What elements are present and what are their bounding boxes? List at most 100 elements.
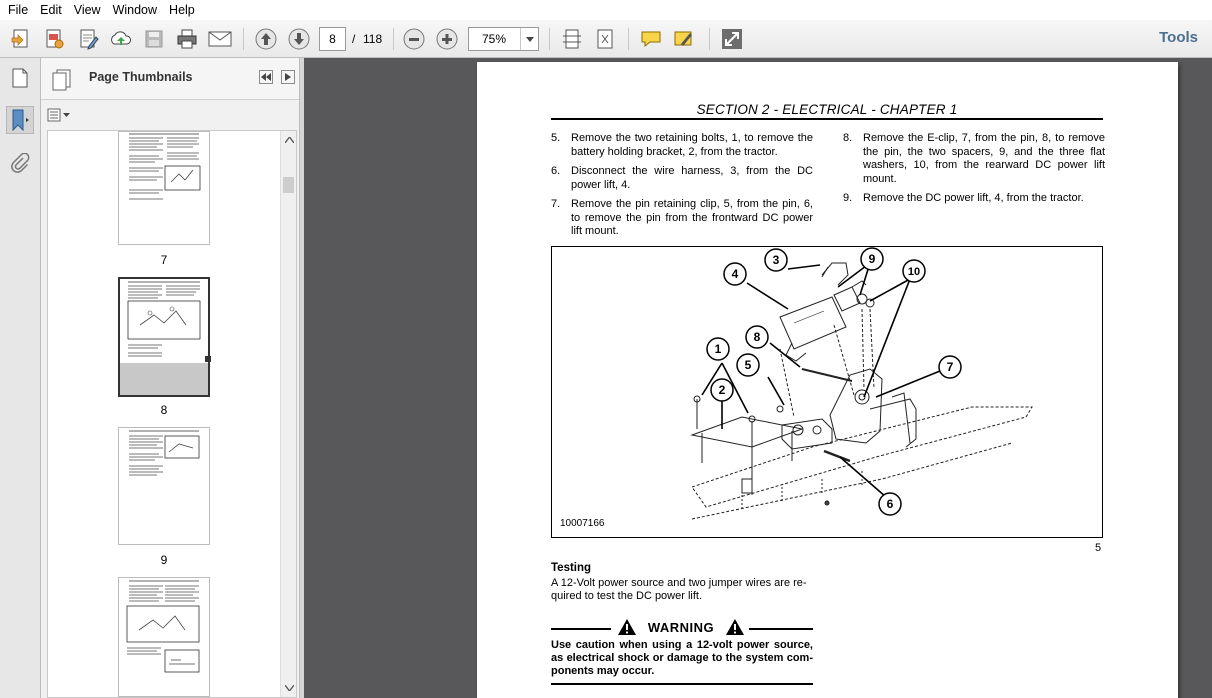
panel-options-bar (41, 100, 299, 130)
panel-title: Page Thumbnails (89, 70, 193, 84)
step-text: Remove the E-clip, 7, from the pin, 8, t… (863, 132, 1105, 185)
create-pdf-icon[interactable] (8, 26, 34, 52)
step-text: Remove the pin retaining clip, 5, from t… (571, 198, 813, 237)
step-text: Remove the two retaining bolts, 1, to re… (571, 132, 813, 158)
tools-button[interactable]: Tools (1159, 29, 1198, 46)
toolbar: 8 / 118 75% Tools (0, 20, 1212, 58)
fit-width-icon[interactable] (559, 26, 585, 52)
save-icon[interactable] (141, 26, 167, 52)
warning-rule (551, 683, 813, 685)
svg-text:6: 6 (887, 497, 894, 511)
svg-text:9: 9 (869, 252, 876, 266)
callout-3: 3 (764, 248, 788, 272)
scroll-down-icon[interactable] (281, 681, 296, 695)
svg-text:8: 8 (754, 330, 761, 344)
thumbnail-page-9[interactable] (118, 427, 210, 545)
menu-file[interactable]: File (2, 0, 34, 20)
section-title: SECTION 2 - ELECTRICAL - CHAPTER 1 (696, 102, 958, 117)
menu-window[interactable]: Window (107, 0, 163, 20)
chevron-down-icon[interactable] (520, 28, 538, 50)
thumbnail-list[interactable]: 7 8 9 (47, 130, 297, 698)
attachments-icon[interactable] (6, 150, 34, 178)
toolbar-separator (243, 28, 244, 50)
zoom-select[interactable]: 75% (468, 27, 539, 51)
warning-rule (551, 628, 611, 630)
figure-id: 10007166 (560, 518, 605, 529)
dc-power-lift-diagram: 1 2 3 4 5 6 7 8 9 10 (690, 247, 1033, 520)
svg-text:2: 2 (719, 383, 726, 397)
testing-body: A 12-Volt power source and two jumper wi… (551, 577, 807, 602)
expand-panel-icon[interactable] (281, 70, 295, 84)
step-number: 9. (843, 192, 853, 204)
toolbar-separator (628, 28, 629, 50)
visible-area-overlay (120, 363, 208, 395)
step-number: 8. (843, 132, 853, 144)
print-icon[interactable] (174, 26, 200, 52)
svg-text:5: 5 (745, 358, 752, 372)
warning-triangle-icon (618, 619, 636, 635)
total-pages: 118 (363, 32, 383, 46)
previous-page-icon[interactable] (253, 26, 279, 52)
edit-document-icon[interactable] (75, 26, 101, 52)
step-item: 6. Disconnect the wire harness, 3, from … (551, 165, 813, 193)
step-number: 5. (551, 132, 561, 144)
expand-icon[interactable] (719, 26, 745, 52)
document-view[interactable]: SECTION 2 - ELECTRICAL - CHAPTER 1 5. Re… (304, 58, 1212, 698)
warning-rule (749, 628, 813, 630)
step-item: 5. Remove the two retaining bolts, 1, to… (551, 132, 813, 160)
callout-10: 10 (902, 259, 926, 283)
exploded-view-figure: 1 2 3 4 5 6 7 8 9 10 10007166 (551, 246, 1103, 538)
step-item: 8. Remove the E-clip, 7, from the pin, 8… (843, 132, 1105, 188)
figure-number: 5 (1095, 542, 1102, 554)
toolbar-separator (393, 28, 394, 50)
page-number-input[interactable]: 8 (319, 27, 346, 51)
thumbnail-page-7[interactable] (118, 131, 210, 245)
pdf-settings-icon[interactable] (41, 26, 67, 52)
menu-edit[interactable]: Edit (34, 0, 68, 20)
warning-triangle-icon (726, 619, 744, 635)
highlight-icon[interactable] (671, 26, 697, 52)
zoom-out-icon[interactable] (401, 26, 427, 52)
page-thumbnails-panel: Page Thumbnails 7 8 9 (41, 58, 300, 698)
step-text: Remove the DC power lift, 4, from the tr… (863, 192, 1084, 204)
bookmarks-icon[interactable] (6, 106, 34, 134)
testing-heading: Testing (551, 562, 592, 574)
warning-title: WARNING (617, 618, 745, 636)
email-icon[interactable] (207, 26, 233, 52)
thumbnail-page-8[interactable] (118, 277, 211, 397)
next-page-icon[interactable] (286, 26, 312, 52)
toolbar-separator (549, 28, 550, 50)
thumbnail-scrollbar[interactable] (280, 131, 296, 697)
callout-5: 5 (736, 353, 760, 377)
menu-view[interactable]: View (68, 0, 107, 20)
warning-word: WARNING (647, 619, 715, 635)
warning-body: Use caution when using a 12-volt power s… (551, 639, 813, 677)
step-number: 7. (551, 198, 561, 210)
pdf-reader-window: File Edit View Window Help 8 / 118 75% T… (0, 0, 1212, 698)
scrollbar-thumb[interactable] (283, 177, 294, 193)
menu-bar: File Edit View Window Help (0, 0, 1212, 20)
upload-cloud-icon[interactable] (108, 26, 134, 52)
page-icon[interactable] (6, 64, 34, 92)
svg-text:3: 3 (773, 253, 780, 267)
navigation-rail (0, 58, 41, 698)
panel-header: Page Thumbnails (41, 58, 299, 100)
thumbnail-page-10[interactable] (118, 577, 210, 697)
step-number: 6. (551, 165, 561, 177)
zoom-value: 75% (481, 32, 507, 46)
fit-page-icon[interactable] (592, 26, 618, 52)
scroll-up-icon[interactable] (281, 133, 296, 147)
comment-icon[interactable] (638, 26, 664, 52)
collapse-panel-icon[interactable] (259, 70, 273, 84)
thumbnail-label: 8 (160, 403, 168, 417)
callout-6: 6 (878, 492, 902, 516)
thumbnail-label: 9 (160, 553, 168, 567)
step-item: 9. Remove the DC power lift, 4, from the… (843, 192, 1105, 208)
toolbar-separator (709, 28, 710, 50)
step-item: 7. Remove the pin retaining clip, 5, fro… (551, 198, 813, 240)
resize-handle[interactable] (205, 356, 211, 362)
zoom-in-icon[interactable] (434, 26, 460, 52)
options-menu-icon[interactable] (47, 106, 73, 124)
page-separator: / (352, 32, 356, 46)
menu-help[interactable]: Help (163, 0, 201, 20)
